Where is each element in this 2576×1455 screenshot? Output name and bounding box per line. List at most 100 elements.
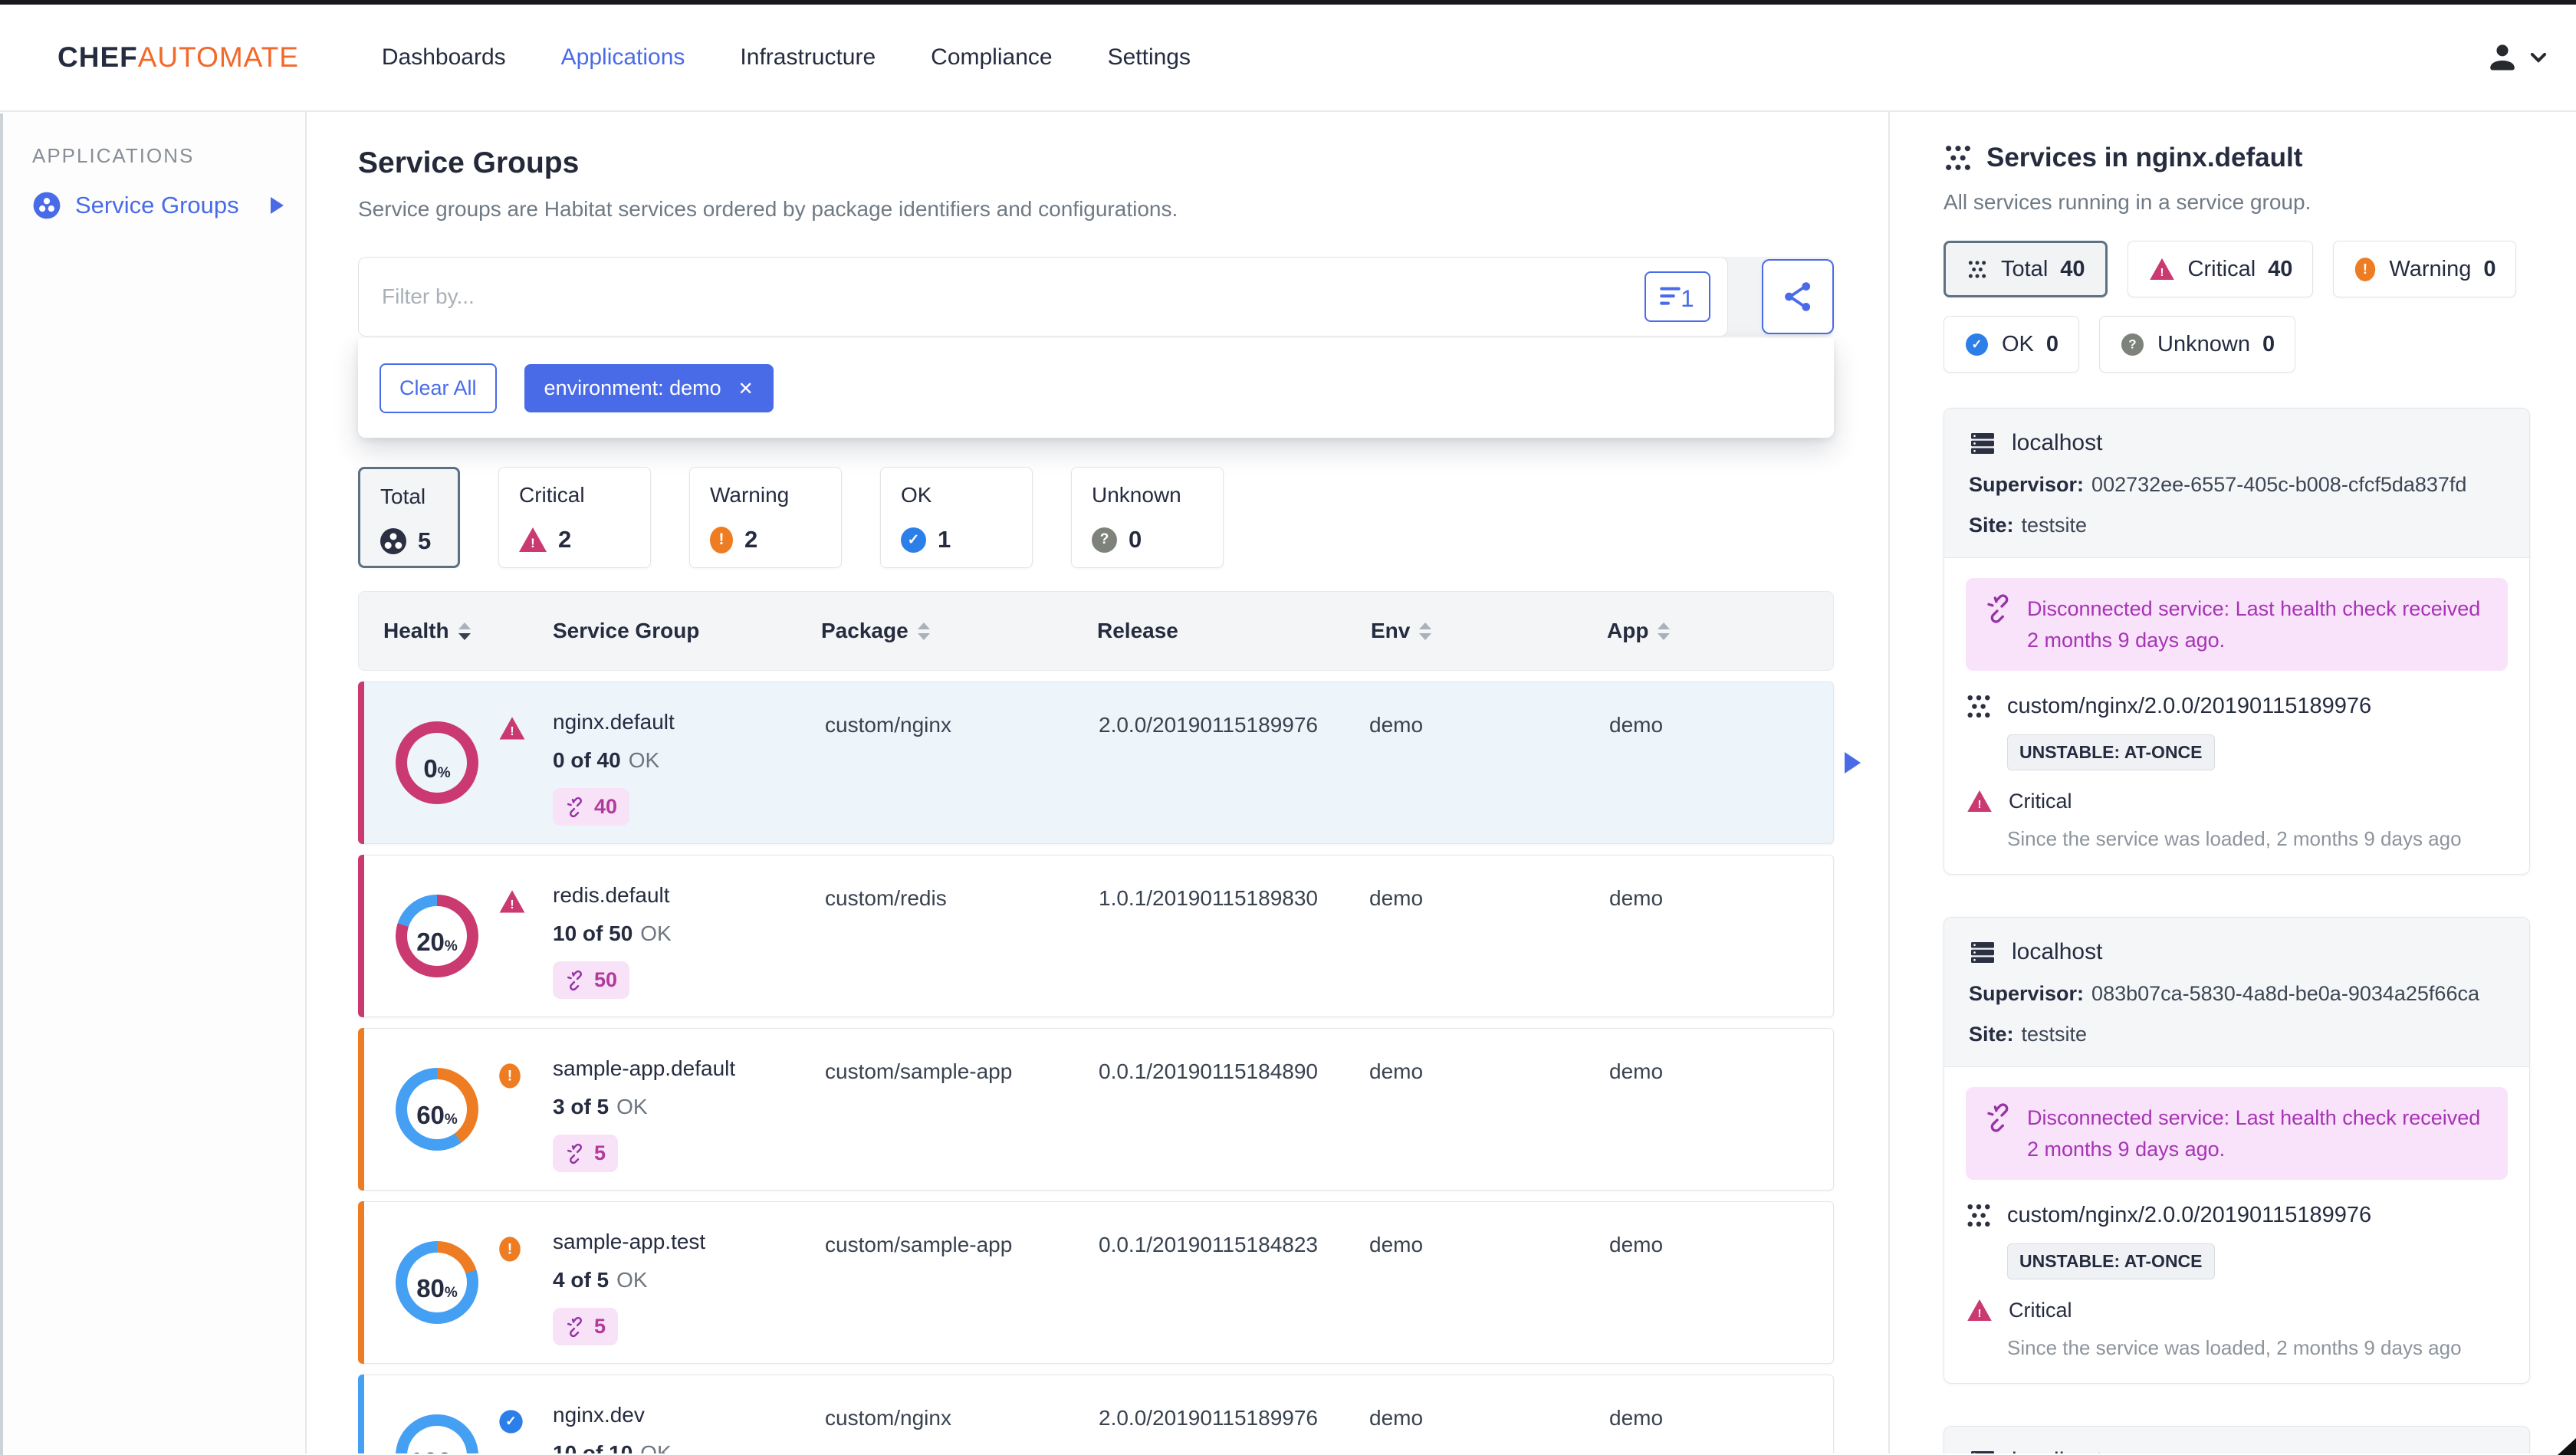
tab-unknown[interactable]: Unknown 0: [1071, 467, 1224, 568]
env-cell: demo: [1369, 886, 1424, 910]
user-menu-button[interactable]: [2486, 41, 2548, 74]
total-icon: [1967, 260, 1987, 278]
sort-icon[interactable]: [1658, 622, 1671, 640]
sidebar-item-label: Service Groups: [75, 192, 239, 218]
nav-item-infrastructure[interactable]: Infrastructure: [740, 44, 876, 71]
site-row: Site: testsite: [1969, 1023, 2088, 1046]
broken-link-icon: [565, 1143, 586, 1164]
table-row[interactable]: 100 nginx.dev 10 of 10OK 10 custom/nginx…: [358, 1375, 1834, 1453]
table-row[interactable]: 80 sample-app.test 4 of 5OK 5 custom/sam…: [358, 1201, 1834, 1364]
filter-chip-environment-demo[interactable]: environment: demo: [524, 363, 774, 412]
nav-item-compliance[interactable]: Compliance: [931, 44, 1052, 71]
filter-input[interactable]: [382, 284, 1645, 309]
clear-all-button[interactable]: Clear All: [380, 363, 497, 413]
env-cell: demo: [1369, 713, 1424, 737]
dots-grid-icon: [1944, 145, 1973, 171]
table-row[interactable]: 60 sample-app.default 3 of 5OK 5 custom/…: [358, 1028, 1834, 1191]
window-edge: [0, 113, 3, 1455]
service-group-name: nginx.default: [553, 710, 675, 734]
share-button[interactable]: [1762, 259, 1834, 334]
caret-right-icon: [271, 197, 284, 214]
env-cell: demo: [1369, 1059, 1424, 1083]
service-group-cell: nginx.default 0 of 40 OK 40: [553, 710, 675, 826]
service-card-header: localhost Supervisor:0c0a6b1f-f9f2-4fe6-…: [1944, 1427, 2529, 1453]
package-cell: custom/sample-app: [825, 1059, 1013, 1083]
service-card[interactable]: localhost Supervisor:0c0a6b1f-f9f2-4fe6-…: [1944, 1426, 2530, 1453]
row-status-icon: [499, 890, 525, 913]
tab-warning[interactable]: Warning 2: [689, 467, 842, 568]
filter-input-box[interactable]: 1: [358, 257, 1729, 337]
tab-total[interactable]: Total 5: [358, 467, 460, 568]
broken-link-icon: [565, 1316, 586, 1338]
pill-critical[interactable]: Critical40: [2127, 241, 2314, 297]
server-icon: [1969, 431, 1996, 456]
health-status-label: Critical: [2009, 1298, 2072, 1322]
app-cell: demo: [1609, 713, 1664, 737]
remove-filter-icon[interactable]: [738, 376, 754, 400]
service-groups-main: Service Groups Service groups are Habita…: [307, 112, 1890, 1453]
service-card[interactable]: localhost Supervisor: 083b07ca-5830-4a8d-…: [1944, 917, 2530, 1384]
nav-item-settings[interactable]: Settings: [1108, 44, 1191, 71]
package-identifier: custom/nginx/2.0.0/20190115189976: [2007, 1203, 2372, 1227]
service-cards: localhost Supervisor: 002732ee-6557-405c-…: [1944, 408, 2538, 1453]
column-header-app[interactable]: App: [1607, 619, 1671, 643]
page-title: Service Groups: [358, 146, 580, 179]
health-status-row: Critical: [1966, 789, 2508, 813]
tab-critical[interactable]: Critical 2: [498, 467, 651, 568]
page-description: Service groups are Habitat services orde…: [358, 197, 1178, 221]
tab-label: Unknown: [1092, 483, 1181, 507]
sidebar-item-service-groups[interactable]: Service Groups: [32, 191, 305, 220]
tab-count: 2: [558, 526, 572, 553]
supervisor-row: Supervisor: 002732ee-6557-405c-b008-cfcf5…: [1969, 473, 2467, 496]
column-header-package[interactable]: Package: [821, 619, 930, 643]
sort-icon[interactable]: [458, 622, 471, 640]
top-navigation-bar: CHEF AUTOMATE Dashboards Applications In…: [0, 5, 2576, 112]
pill-warning[interactable]: Warning0: [2333, 241, 2517, 297]
health-status-row: Critical: [1966, 1298, 2508, 1322]
service-groups-icon: [32, 191, 61, 220]
pill-unknown[interactable]: Unknown0: [2099, 316, 2296, 373]
health-ring: 100: [396, 1414, 478, 1453]
health-ring: 20: [396, 895, 478, 977]
table-row[interactable]: 20 redis.default 10 of 50OK 50 custom/re…: [358, 855, 1834, 1017]
ok-count: 0 of 40 OK: [553, 748, 660, 772]
unknown-icon: [1092, 527, 1117, 553]
service-group-cell: sample-app.test 4 of 5 OK 5: [553, 1230, 705, 1345]
dots-grid-icon: [1966, 1204, 1992, 1227]
package-cell: custom/sample-app: [825, 1233, 1013, 1256]
service-group-name: sample-app.test: [553, 1230, 706, 1253]
nav-item-applications[interactable]: Applications: [561, 44, 685, 71]
tab-ok[interactable]: OK 1: [880, 467, 1033, 568]
tab-label: Critical: [519, 483, 585, 507]
broken-link-icon: [565, 970, 586, 991]
column-header-health[interactable]: Health: [383, 619, 471, 643]
package-identifier-row: custom/nginx/2.0.0/20190115189976: [1966, 694, 2508, 719]
release-cell: 0.0.1/20190115184890: [1099, 1059, 1318, 1083]
since-loaded-text: Since the service was loaded, 2 months 9…: [2007, 1336, 2462, 1359]
service-card[interactable]: localhost Supervisor: 002732ee-6557-405c-…: [1944, 408, 2530, 875]
package-cell: custom/nginx: [825, 1406, 951, 1430]
service-card-body: Disconnected service: Last health check …: [1944, 1067, 2529, 1383]
applied-filters-button[interactable]: 1: [1644, 271, 1711, 322]
detail-subtitle: All services running in a service group.: [1944, 190, 2312, 214]
tab-count: 1: [938, 526, 951, 553]
disconnected-badge: 40: [553, 788, 630, 826]
chef-automate-logo[interactable]: CHEF AUTOMATE: [58, 41, 299, 74]
app-cell: demo: [1609, 1233, 1664, 1256]
sort-icon[interactable]: [1419, 622, 1432, 640]
sort-icon[interactable]: [917, 622, 930, 640]
sidebar-heading: APPLICATIONS: [32, 144, 195, 167]
table-row[interactable]: 0 nginx.default 0 of 40OK 40 custom/ngin…: [358, 682, 1861, 844]
main-nav: Dashboards Applications Infrastructure C…: [382, 44, 1191, 71]
disconnected-badge: 5: [553, 1135, 619, 1172]
column-header-env[interactable]: Env: [1371, 619, 1432, 643]
release-cell: 2.0.0/20190115189976: [1099, 713, 1318, 737]
ok-icon: [901, 527, 926, 553]
pill-ok[interactable]: OK0: [1944, 316, 2080, 373]
column-header-release[interactable]: Release: [1097, 619, 1178, 643]
package-identifier-row: custom/nginx/2.0.0/20190115189976: [1966, 1203, 2508, 1228]
host-name: localhost: [2012, 1448, 2102, 1453]
nav-item-dashboards[interactable]: Dashboards: [382, 44, 506, 71]
pill-total[interactable]: Total 40: [1944, 241, 2108, 297]
column-header-service-group[interactable]: Service Group: [553, 619, 699, 643]
